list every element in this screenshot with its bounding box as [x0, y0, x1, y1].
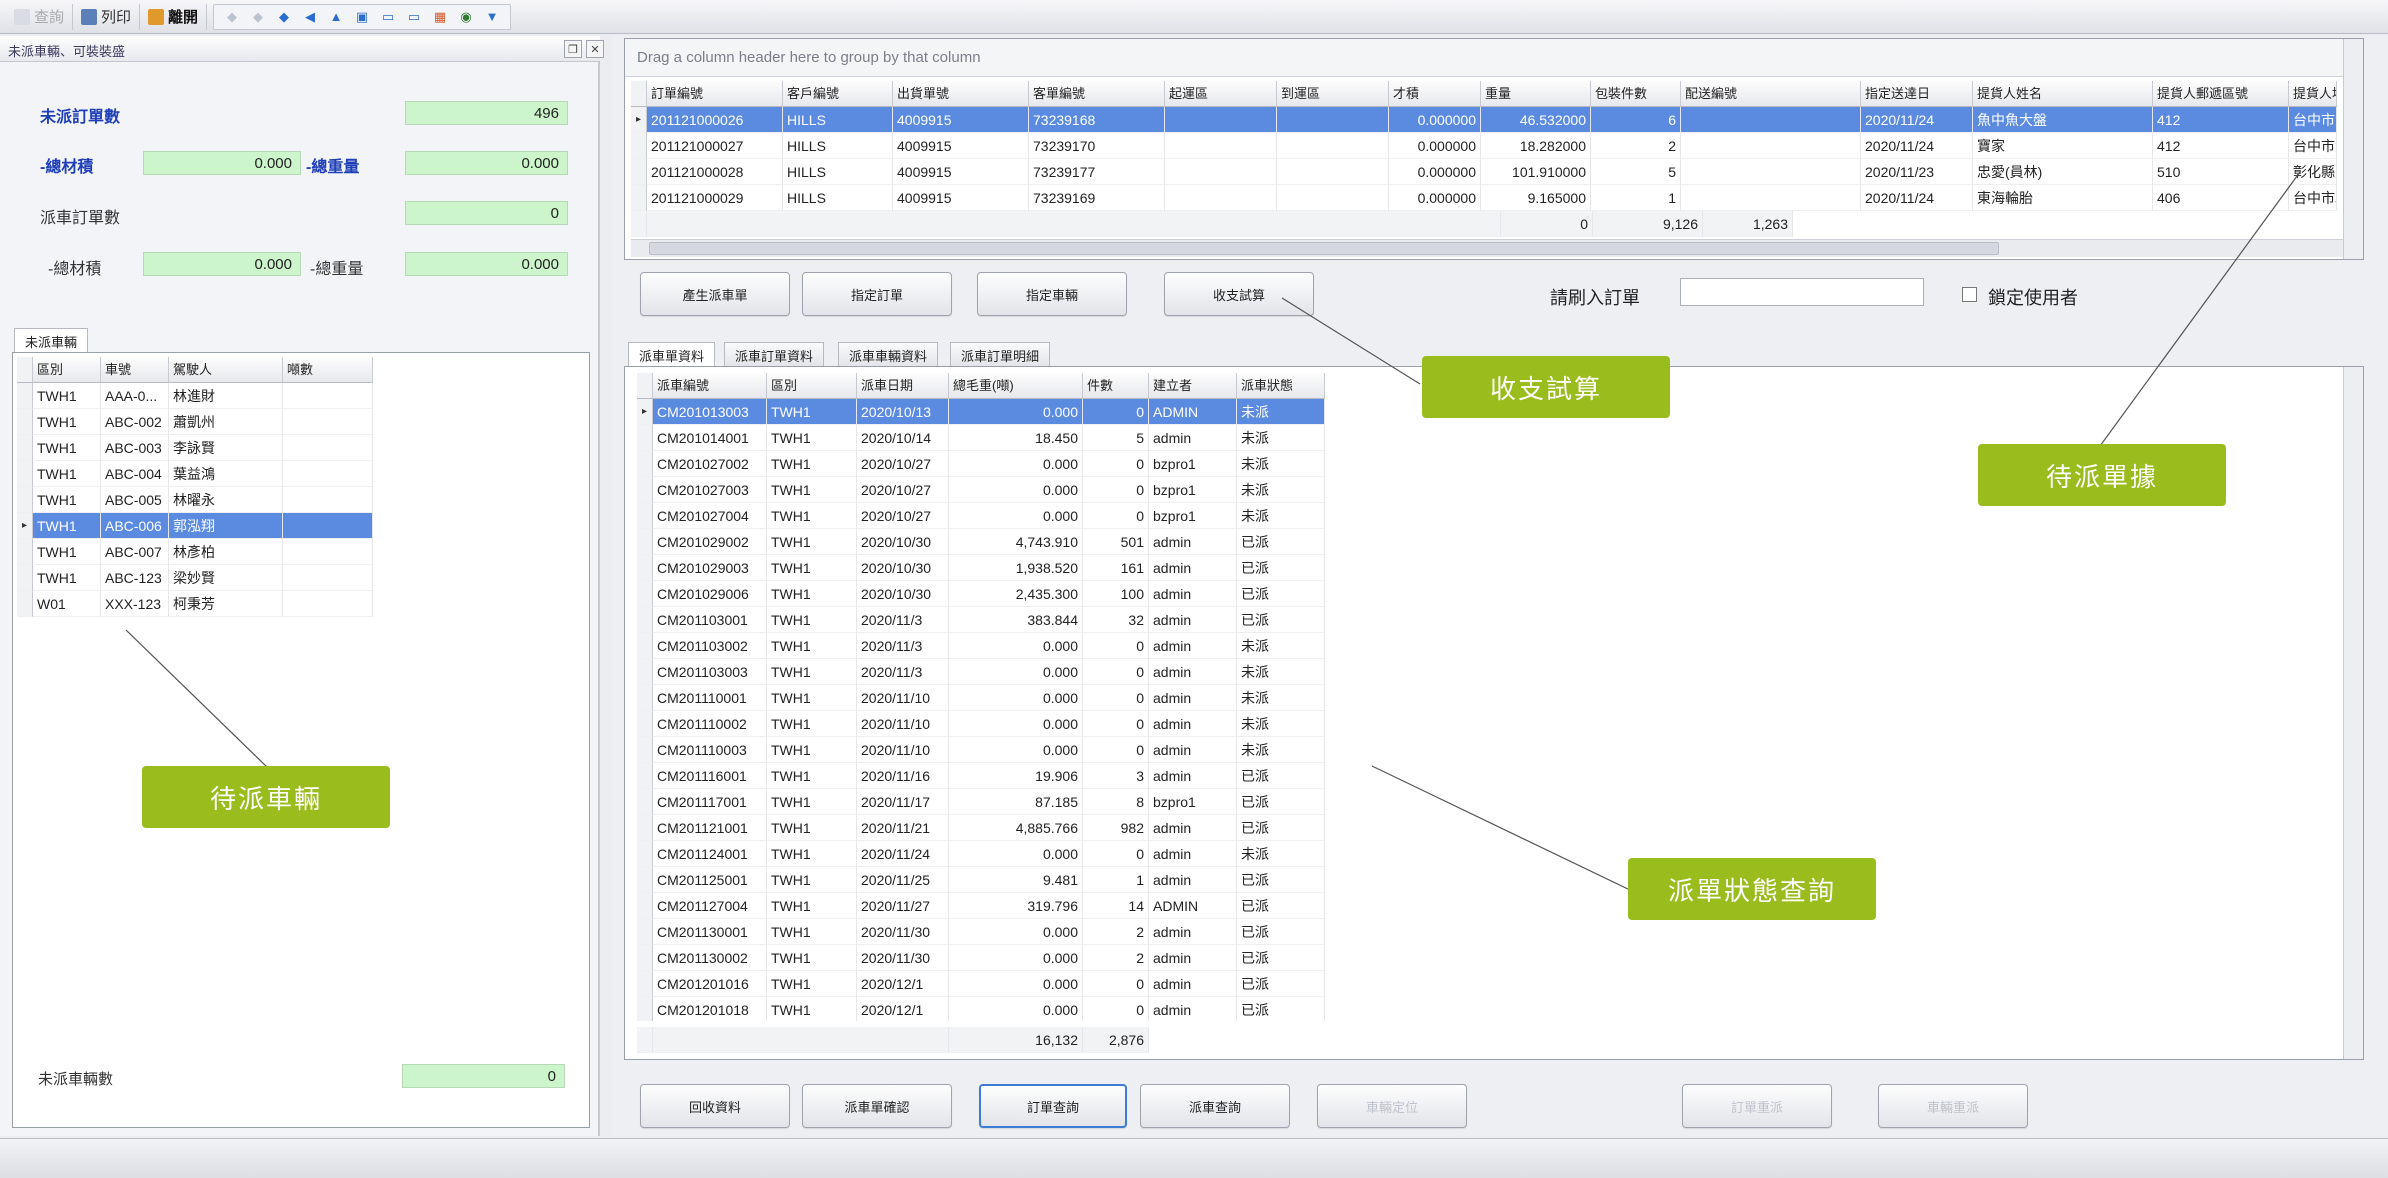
callout-line-pending-vehicles: [125, 629, 269, 769]
callout-line-pending-docs: [2099, 171, 2301, 447]
callout-line-dispatch-status: [1371, 765, 1631, 891]
callout-trial-calc: 收支試算: [1422, 356, 1670, 418]
callout-pending-vehicles: 待派車輛: [142, 766, 390, 828]
callout-lines: [125, 171, 2301, 891]
callout-pending-docs: 待派單據: [1978, 444, 2226, 506]
callout-dispatch-status: 派單狀態查詢: [1628, 858, 1876, 920]
callout-line-trial-calc: [1281, 297, 1421, 385]
